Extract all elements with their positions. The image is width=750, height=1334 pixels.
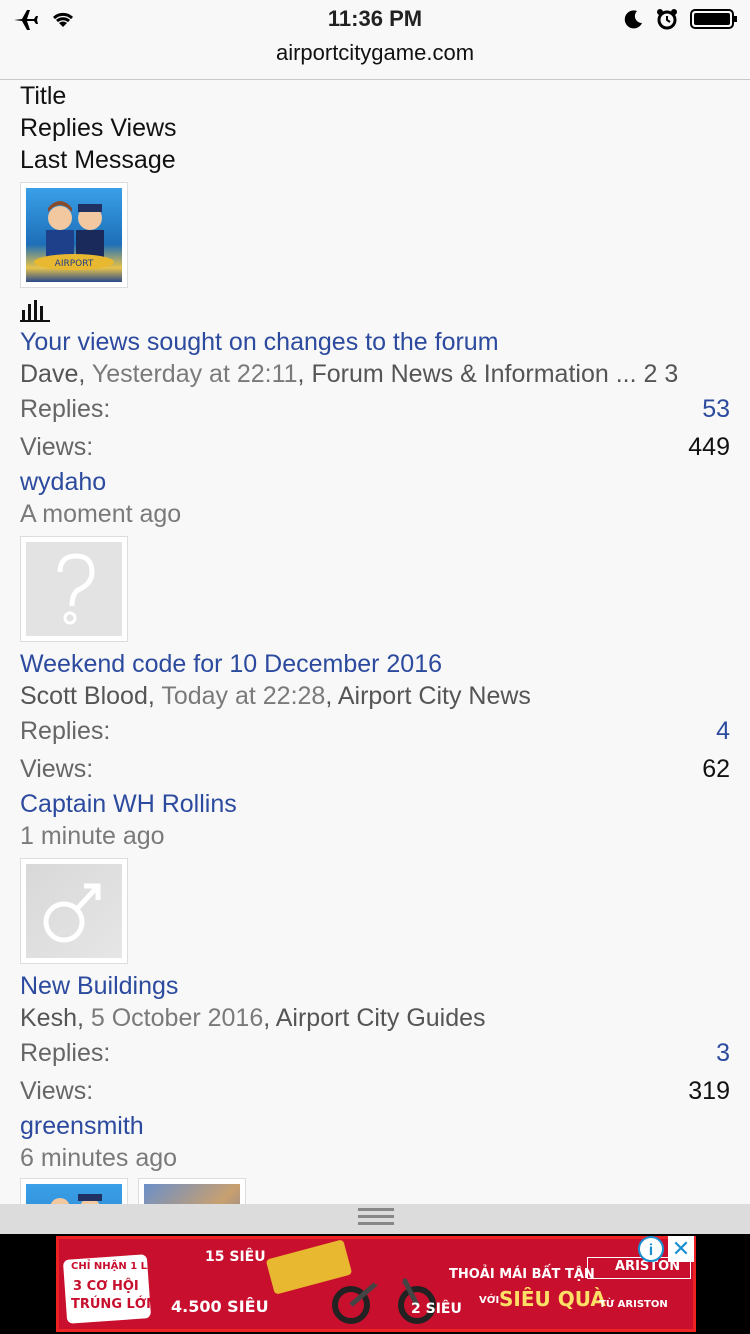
alarm-icon	[656, 8, 678, 35]
banner-ad[interactable]: CHỈ NHẬN 1 LẦN 3 CƠ HỘI TRÚNG LỚN 15 SIÊ…	[0, 1234, 750, 1334]
menu-icon[interactable]	[358, 1204, 394, 1225]
ad-text-3: TRÚNG LỚN	[71, 1297, 158, 1312]
column-header-replies-views: Replies Views	[20, 114, 177, 142]
column-header-title: Title	[20, 82, 67, 110]
thread-title[interactable]: Your views sought on changes to the foru…	[20, 326, 730, 358]
last-message-time[interactable]: A moment ago	[20, 498, 730, 530]
ad-info-icon[interactable]: i	[638, 1236, 664, 1262]
views-label: Views:	[20, 755, 94, 783]
replies-label: Replies:	[20, 1039, 111, 1067]
thread-meta: Dave, Yesterday at 22:11, Forum News & I…	[20, 360, 679, 388]
ad-text-1: CHỈ NHẬN 1 LẦN	[71, 1261, 164, 1272]
thread-forum[interactable]: Airport City Guides	[276, 1004, 486, 1032]
thread-forum[interactable]: Forum News & Information ...	[311, 360, 636, 388]
ad-badge-2: 4.500 SIÊU	[171, 1297, 269, 1316]
replies-row: Replies: 3	[20, 1034, 730, 1072]
last-message-user[interactable]: wydaho	[20, 466, 730, 498]
thread-author[interactable]: Dave	[20, 360, 78, 388]
thread-date: Today at 22:28	[161, 682, 326, 710]
thread-date: Yesterday at 22:11	[91, 360, 298, 388]
avatar[interactable]: AIRPORT	[20, 182, 128, 288]
views-label: Views:	[20, 1077, 94, 1105]
views-row: Views: 62	[20, 750, 730, 788]
thread-forum[interactable]: Airport City News	[338, 682, 531, 710]
ad-drawer-handle[interactable]	[0, 1204, 750, 1234]
moon-icon	[624, 9, 644, 34]
thread-meta: Scott Blood, Today at 22:28, Airport Cit…	[20, 682, 531, 710]
replies-row: Replies: 53	[20, 390, 730, 428]
thread-meta: Kesh, 5 October 2016, Airport City Guide…	[20, 1004, 486, 1032]
last-message-user[interactable]: Captain WH Rollins	[20, 788, 730, 820]
thread-pages[interactable]: 2 3	[644, 360, 679, 388]
views-row: Views: 449	[20, 428, 730, 466]
ad-text-right-1: THOẢI MÁI BẤT TẬN	[449, 1267, 595, 1282]
stats-icon[interactable]	[20, 298, 730, 322]
thread-title[interactable]: New Buildings	[20, 970, 730, 1002]
thread-author[interactable]: Kesh	[20, 1004, 77, 1032]
ad-text-right-2: VỚI	[479, 1295, 500, 1306]
column-header-last-message: Last Message	[20, 146, 176, 174]
replies-label: Replies:	[20, 395, 111, 423]
thread-list: Title Replies Views Last Message AIRPORT…	[20, 80, 730, 1218]
address-bar[interactable]: airportcitygame.com	[0, 40, 750, 66]
views-row: Views: 319	[20, 1072, 730, 1110]
replies-count[interactable]: 3	[716, 1034, 730, 1072]
ad-badge-3: 2 SIÊU	[411, 1301, 462, 1317]
replies-count[interactable]: 53	[702, 390, 730, 428]
avatar[interactable]	[20, 858, 128, 964]
last-message-time[interactable]: 1 minute ago	[20, 820, 730, 852]
views-count: 62	[702, 755, 730, 783]
svg-text:AIRPORT: AIRPORT	[55, 259, 94, 269]
replies-count[interactable]: 4	[716, 712, 730, 750]
ad-text-right-4: TỪ ARISTON	[599, 1299, 668, 1310]
thread-date: 5 October 2016	[90, 1004, 264, 1032]
thread-author[interactable]: Scott Blood	[20, 682, 148, 710]
views-count: 449	[688, 433, 730, 461]
replies-label: Replies:	[20, 717, 111, 745]
ad-image[interactable]: CHỈ NHẬN 1 LẦN 3 CƠ HỘI TRÚNG LỚN 15 SIÊ…	[56, 1236, 696, 1332]
views-count: 319	[688, 1077, 730, 1105]
ad-badge-1: 15 SIÊU	[205, 1249, 266, 1265]
ad-text-right-3: SIÊU QUÀ	[499, 1287, 606, 1311]
ad-text-2: 3 CƠ HỘI	[73, 1279, 139, 1294]
last-message-time[interactable]: 6 minutes ago	[20, 1142, 730, 1174]
status-bar: 11:36 PM	[0, 0, 750, 40]
thread-title[interactable]: Weekend code for 10 December 2016	[20, 648, 730, 680]
views-label: Views:	[20, 433, 94, 461]
battery-icon	[690, 8, 738, 35]
ad-close-icon[interactable]: ✕	[668, 1236, 694, 1262]
avatar[interactable]	[20, 536, 128, 642]
last-message-user[interactable]: greensmith	[20, 1110, 730, 1142]
replies-row: Replies: 4	[20, 712, 730, 750]
